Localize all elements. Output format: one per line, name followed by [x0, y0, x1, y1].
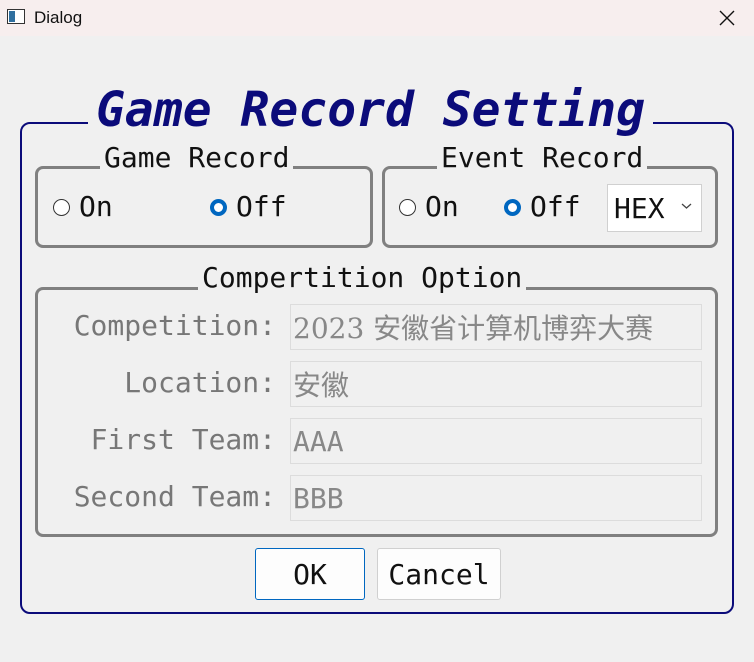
window-icon [7, 9, 25, 24]
competition-label: Competition: [73, 309, 276, 342]
location-label: Location: [124, 366, 276, 399]
event-record-off-radio[interactable]: Off [504, 191, 581, 223]
second-team-value: BBB [293, 481, 344, 515]
game-record-on-radio[interactable]: On [53, 191, 113, 223]
event-format-select[interactable]: HEX [607, 184, 702, 232]
competition-option-title: Compertition Option [198, 262, 527, 294]
radio-checked-icon [210, 198, 227, 216]
game-record-off-label: Off [236, 190, 287, 223]
first-team-field[interactable]: AAA [290, 418, 702, 464]
chevron-down-icon [681, 203, 692, 209]
competition-value: 2023 安徽省计算机博弈大赛 [293, 312, 654, 345]
first-team-value: AAA [293, 424, 344, 458]
game-record-off-radio[interactable]: Off [210, 191, 287, 223]
first-team-label: First Team: [90, 423, 276, 456]
event-record-on-radio[interactable]: On [399, 191, 459, 223]
cancel-button[interactable]: Cancel [377, 548, 501, 600]
radio-unchecked-icon [53, 198, 70, 216]
title-bar: Dialog [0, 0, 754, 37]
event-record-title: Event Record [437, 142, 648, 174]
ok-button[interactable]: OK [255, 548, 365, 600]
second-team-field[interactable]: BBB [290, 475, 702, 521]
game-record-on-label: On [79, 190, 113, 223]
page-title: Game Record Setting [88, 80, 654, 140]
second-team-label: Second Team: [73, 480, 276, 513]
game-record-title: Game Record [100, 142, 294, 174]
location-field[interactable]: 安徽 [290, 361, 702, 407]
close-button[interactable] [700, 0, 754, 36]
event-format-value: HEX [614, 191, 665, 225]
competition-field[interactable]: 2023 安徽省计算机博弈大赛 [290, 304, 702, 350]
radio-unchecked-icon [399, 198, 416, 216]
window-title: Dialog [34, 8, 83, 27]
event-record-off-label: Off [530, 190, 581, 223]
close-icon [719, 10, 735, 26]
radio-checked-icon [504, 198, 521, 216]
event-record-on-label: On [425, 190, 459, 223]
location-value: 安徽 [293, 369, 350, 402]
